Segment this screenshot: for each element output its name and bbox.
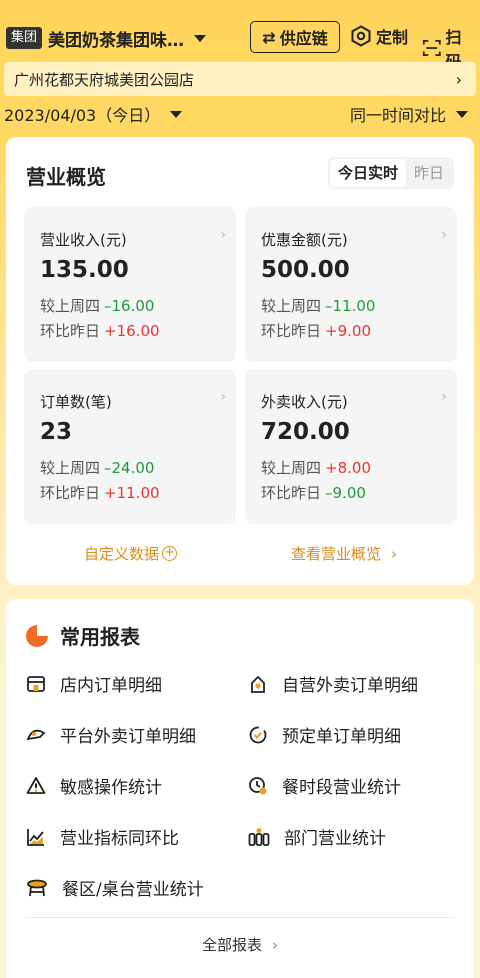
table-icon [27, 879, 47, 896]
scan-icon [422, 40, 441, 56]
brand-dropdown-caret-icon[interactable] [194, 34, 207, 42]
reports-title: 常用报表 [60, 625, 140, 649]
clock-user-icon [249, 776, 267, 794]
chevron-right-icon: › [441, 389, 447, 405]
all-reports-label: 全部报表 [201, 936, 262, 954]
compare-week-label: 较上周四 [261, 459, 322, 477]
date-selector[interactable]: 2023/04/03（今日） [4, 102, 160, 126]
compare-day-value: –9.00 [325, 484, 366, 502]
metric-card-discount[interactable]: 优惠金额(元) › 500.00 较上周四 –11.00 环比昨日 +9.00 [245, 207, 457, 362]
compare-week-value: +8.00 [325, 459, 371, 477]
compare-week-value: –16.00 [104, 297, 155, 315]
time-segment-control: 今日实时 昨日 [327, 157, 454, 189]
common-reports-card: 常用报表 店内订单明细 自营外卖订单明细 平台外卖订单明细 预定单订单明细 敏感… [6, 599, 474, 978]
all-reports-link[interactable]: 全部报表 › [6, 934, 474, 955]
metric-card-revenue[interactable]: 营业收入(元) › 135.00 较上周四 –16.00 环比昨日 +16.00 [24, 207, 236, 362]
date-filter-row: 2023/04/03（今日） 同一时间对比 [4, 101, 476, 127]
report-label: 敏感操作统计 [60, 778, 162, 798]
metric-card-orders[interactable]: 订单数(笔) › 23 较上周四 –24.00 环比昨日 +11.00 [24, 369, 236, 524]
chevron-right-icon: › [220, 227, 226, 243]
supply-chain-label: 供应链 [279, 29, 328, 48]
compare-day-value: +16.00 [104, 322, 160, 340]
custom-label: 定制 [376, 28, 409, 47]
view-overview-link[interactable]: 查看营业概览 › [291, 543, 397, 564]
plus-circle-icon: + [162, 546, 178, 561]
compare-day-value: +9.00 [325, 322, 371, 340]
custom-data-label: 自定义数据 [84, 545, 160, 563]
chevron-right-icon: › [272, 936, 278, 954]
brand-name[interactable]: 美团奶茶集团味… [48, 26, 184, 51]
compare-dropdown-caret-icon [456, 110, 468, 118]
chevron-right-icon: › [441, 227, 447, 243]
compare-day-value: +11.00 [104, 484, 160, 502]
report-item-dining-area[interactable]: 餐区/桌台营业统计 [26, 875, 204, 900]
report-item-self-delivery[interactable]: 自营外卖订单明细 [248, 671, 418, 696]
pie-chart-icon [26, 624, 48, 647]
report-label: 店内订单明细 [60, 676, 162, 696]
metric-label: 外卖收入(元) [261, 393, 348, 411]
compare-day-label: 环比昨日 [261, 322, 322, 340]
compare-week-label: 较上周四 [40, 459, 101, 477]
date-dropdown-caret-icon[interactable] [170, 110, 183, 118]
metric-label: 订单数(笔) [40, 393, 112, 411]
report-label: 部门营业统计 [284, 829, 386, 849]
chevron-right-icon: › [391, 545, 398, 563]
business-overview-card: 营业概览 今日实时 昨日 营业收入(元) › 135.00 较上周四 –16.00… [6, 137, 474, 585]
report-item-platform-delivery[interactable]: 平台外卖订单明细 [26, 722, 196, 747]
compare-day-label: 环比昨日 [40, 484, 101, 502]
store-selector[interactable]: 广州花都天府城美团公园店 › [4, 62, 476, 96]
departments-icon [248, 827, 270, 846]
metric-card-delivery-revenue[interactable]: 外卖收入(元) › 720.00 较上周四 +8.00 环比昨日 –9.00 [245, 369, 457, 524]
delivery-bag-icon [251, 675, 265, 693]
report-label: 预定单订单明细 [282, 727, 401, 747]
metric-label: 优惠金额(元) [261, 231, 348, 249]
report-item-reservations[interactable]: 预定单订单明细 [248, 722, 401, 747]
metric-label: 营业收入(元) [40, 231, 127, 249]
report-item-metrics-comparison[interactable]: 营业指标同环比 [26, 824, 179, 849]
compare-week-value: –24.00 [104, 459, 155, 477]
metric-value: 720.00 [261, 419, 350, 445]
overview-title: 营业概览 [26, 165, 106, 189]
compare-week-label: 较上周四 [261, 297, 322, 315]
store-icon [27, 675, 45, 692]
supply-chain-button[interactable]: ⇄ 供应链 [250, 21, 340, 53]
view-overview-label: 查看营业概览 [291, 545, 382, 563]
switch-arrows-icon: ⇄ [262, 27, 276, 47]
report-label: 餐区/桌台营业统计 [62, 880, 204, 900]
report-item-meal-period[interactable]: 餐时段营业统计 [248, 773, 401, 798]
warning-icon [26, 776, 46, 794]
report-label: 餐时段营业统计 [282, 778, 401, 798]
compare-day-label: 环比昨日 [261, 484, 322, 502]
compare-week-value: –11.00 [325, 297, 376, 315]
hexagon-settings-icon [351, 25, 371, 47]
compare-week-label: 较上周四 [40, 297, 101, 315]
chevron-right-icon: › [455, 69, 462, 89]
tab-today-realtime[interactable]: 今日实时 [329, 159, 406, 187]
report-item-store-orders[interactable]: 店内订单明细 [26, 671, 162, 696]
custom-button[interactable]: 定制 [350, 24, 408, 48]
store-name: 广州花都天府城美团公园店 [14, 70, 195, 89]
metric-value: 135.00 [40, 257, 129, 283]
reports-header: 常用报表 [26, 621, 140, 650]
report-item-departments[interactable]: 部门营业统计 [248, 824, 386, 849]
report-item-sensitive-ops[interactable]: 敏感操作统计 [26, 773, 162, 798]
report-label: 平台外卖订单明细 [60, 727, 196, 747]
compare-label: 同一时间对比 [349, 106, 446, 125]
reservation-check-icon [249, 726, 267, 743]
scooter-icon [26, 729, 46, 740]
custom-data-link[interactable]: 自定义数据 + [84, 543, 178, 564]
metric-value: 500.00 [261, 257, 350, 283]
metric-value: 23 [40, 419, 73, 445]
top-bar: 集团 美团奶茶集团味… ⇄ 供应链 定制 扫码 [6, 20, 474, 71]
divider [26, 917, 454, 918]
report-label: 营业指标同环比 [60, 829, 179, 849]
compare-day-label: 环比昨日 [40, 322, 101, 340]
compare-selector[interactable]: 同一时间对比 [350, 102, 468, 126]
trend-chart-icon [27, 828, 44, 846]
group-badge: 集团 [6, 27, 43, 49]
report-label: 自营外卖订单明细 [282, 676, 418, 696]
chevron-right-icon: › [220, 389, 226, 405]
tab-yesterday[interactable]: 昨日 [406, 159, 452, 187]
